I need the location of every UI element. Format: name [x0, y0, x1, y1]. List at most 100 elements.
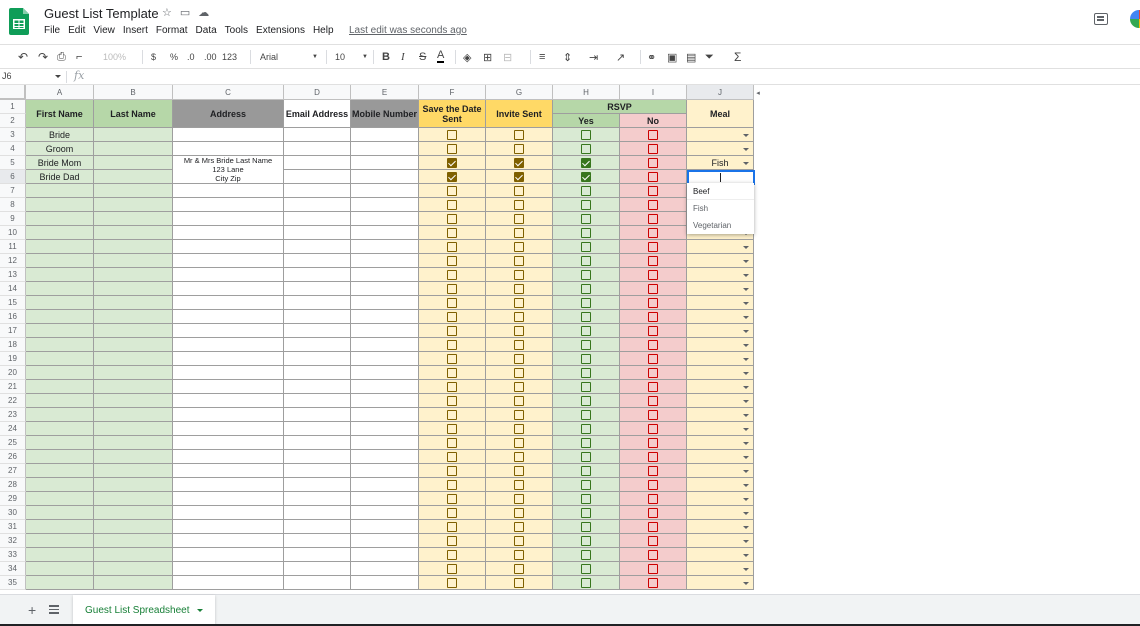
dropdown-arrow-icon[interactable] — [743, 316, 749, 322]
cell-rsvp-yes[interactable] — [553, 478, 620, 492]
checkbox[interactable] — [581, 241, 591, 252]
row-header[interactable]: 29 — [0, 492, 26, 506]
cell-address[interactable] — [173, 198, 284, 212]
cell-email[interactable] — [284, 324, 351, 338]
cell-meal[interactable] — [687, 128, 754, 142]
checkbox[interactable] — [514, 143, 524, 154]
row-header[interactable]: 9 — [0, 212, 26, 226]
cell-address[interactable] — [173, 380, 284, 394]
cell-rsvp-no[interactable] — [620, 562, 687, 576]
menu-file[interactable]: File — [44, 25, 60, 36]
checkbox[interactable] — [648, 549, 658, 560]
checkbox[interactable] — [581, 577, 591, 588]
chevron-down-icon[interactable] — [55, 75, 61, 81]
bold-button[interactable]: B — [382, 48, 390, 66]
select-all-corner[interactable] — [0, 85, 26, 100]
row-header[interactable]: 18 — [0, 338, 26, 352]
checkbox[interactable] — [581, 465, 591, 476]
checkbox[interactable] — [514, 409, 524, 420]
checkbox[interactable] — [514, 297, 524, 308]
cell-rsvp-yes[interactable] — [553, 296, 620, 310]
cell-last-name[interactable] — [94, 366, 173, 380]
cell-meal[interactable] — [687, 254, 754, 268]
cell-meal[interactable] — [687, 296, 754, 310]
cell-invite-sent[interactable] — [486, 212, 553, 226]
cell-email[interactable] — [284, 338, 351, 352]
dropdown-arrow-icon[interactable] — [743, 260, 749, 266]
cell-rsvp-no[interactable] — [620, 380, 687, 394]
cell-meal[interactable] — [687, 380, 754, 394]
cell-rsvp-no[interactable] — [620, 268, 687, 282]
cell-last-name[interactable] — [94, 156, 173, 170]
cell-rsvp-no[interactable] — [620, 352, 687, 366]
cell-mobile[interactable] — [351, 492, 419, 506]
cell-last-name[interactable] — [94, 198, 173, 212]
cell-email[interactable] — [284, 156, 351, 170]
checkbox[interactable] — [648, 157, 658, 168]
cell-last-name[interactable] — [94, 492, 173, 506]
checkbox[interactable] — [514, 283, 524, 294]
dropdown-arrow-icon[interactable] — [743, 386, 749, 392]
cell-save-the-date[interactable] — [419, 156, 486, 170]
column-header-j[interactable]: J — [687, 85, 754, 100]
dropdown-arrow-icon[interactable] — [743, 274, 749, 280]
checkbox[interactable] — [581, 409, 591, 420]
dropdown-arrow-icon[interactable] — [743, 568, 749, 574]
cell-first-name[interactable] — [26, 520, 94, 534]
checkbox[interactable] — [447, 507, 457, 518]
cell-save-the-date[interactable] — [419, 366, 486, 380]
cell-last-name[interactable] — [94, 534, 173, 548]
row-header[interactable]: 26 — [0, 450, 26, 464]
checkbox[interactable] — [514, 465, 524, 476]
row-header[interactable]: 11 — [0, 240, 26, 254]
menu-view[interactable]: View — [93, 25, 115, 36]
checkbox-checked[interactable] — [447, 157, 457, 168]
cell-last-name[interactable] — [94, 352, 173, 366]
cell-invite-sent[interactable] — [486, 310, 553, 324]
checkbox[interactable] — [514, 227, 524, 238]
borders-icon[interactable]: ⊞ — [483, 48, 492, 66]
cell-first-name[interactable] — [26, 324, 94, 338]
cell-address[interactable] — [173, 254, 284, 268]
cell-invite-sent[interactable] — [486, 268, 553, 282]
cell-save-the-date[interactable] — [419, 422, 486, 436]
cell-email[interactable] — [284, 506, 351, 520]
cell-last-name[interactable] — [94, 324, 173, 338]
cell-last-name[interactable] — [94, 436, 173, 450]
checkbox[interactable] — [447, 255, 457, 266]
cell-invite-sent[interactable] — [486, 282, 553, 296]
cell-last-name[interactable] — [94, 142, 173, 156]
cell-last-name[interactable] — [94, 380, 173, 394]
cell-address[interactable] — [173, 128, 284, 142]
cell-first-name[interactable] — [26, 184, 94, 198]
checkbox[interactable] — [648, 493, 658, 504]
checkbox-checked[interactable] — [514, 157, 524, 168]
row-header[interactable]: 5 — [0, 156, 26, 170]
cell-save-the-date[interactable] — [419, 324, 486, 338]
cell-rsvp-no[interactable] — [620, 520, 687, 534]
checkbox[interactable] — [447, 213, 457, 224]
decrease-decimal-button[interactable]: .0 — [187, 48, 195, 66]
cell-mobile[interactable] — [351, 548, 419, 562]
cell-last-name[interactable] — [94, 226, 173, 240]
dropdown-arrow-icon[interactable] — [743, 414, 749, 420]
dropdown-arrow-icon[interactable] — [743, 148, 749, 154]
chevron-down-icon[interactable] — [196, 608, 203, 615]
cell-mobile[interactable] — [351, 156, 419, 170]
number-format-select[interactable]: 123 — [222, 48, 237, 66]
cell-address[interactable]: Mr & Mrs Bride Last Name 123 Lane City Zip — [173, 156, 284, 184]
checkbox[interactable] — [648, 283, 658, 294]
cell-first-name[interactable]: Bride Dad — [26, 170, 94, 184]
cell-rsvp-yes[interactable] — [553, 240, 620, 254]
checkbox-checked[interactable] — [514, 171, 524, 182]
cell-rsvp-yes[interactable] — [553, 156, 620, 170]
cell-email[interactable] — [284, 268, 351, 282]
cell-meal[interactable] — [687, 352, 754, 366]
row-header[interactable]: 6 — [0, 170, 26, 184]
cell-invite-sent[interactable] — [486, 380, 553, 394]
chart-icon[interactable]: ▤ — [686, 48, 696, 66]
checkbox[interactable] — [514, 325, 524, 336]
cell-first-name[interactable] — [26, 408, 94, 422]
cell-mobile[interactable] — [351, 534, 419, 548]
cell-mobile[interactable] — [351, 240, 419, 254]
